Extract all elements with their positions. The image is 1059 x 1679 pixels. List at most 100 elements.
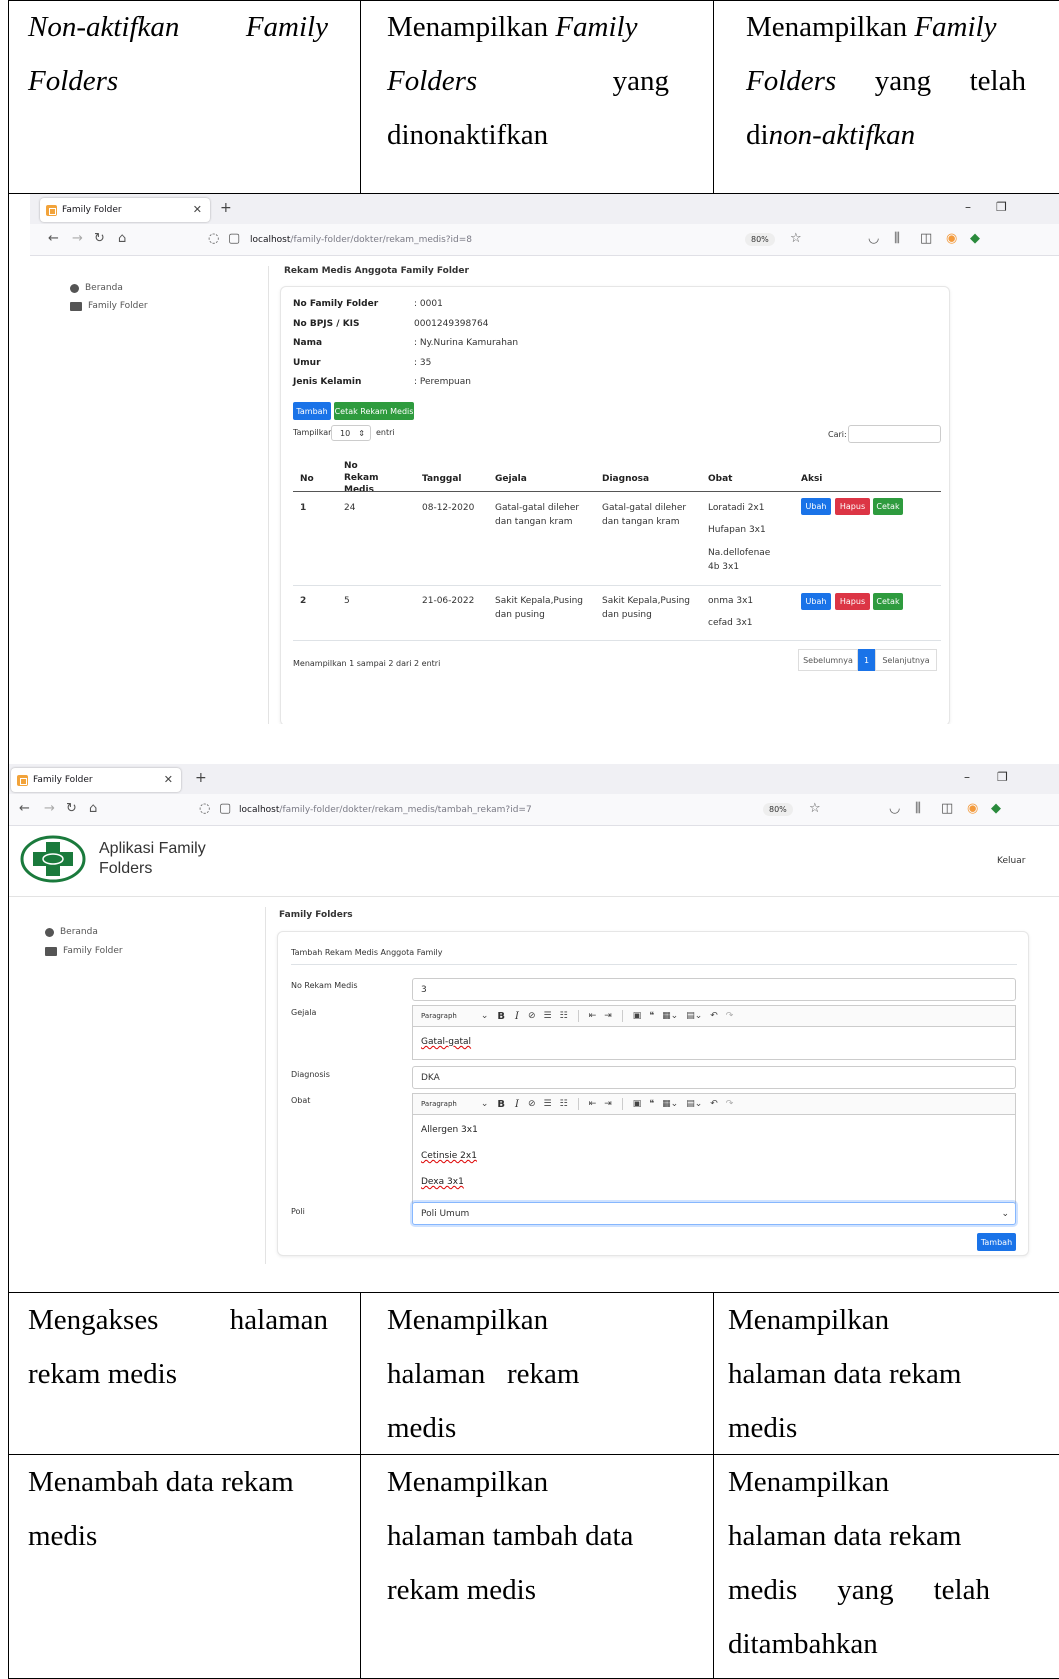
redo-icon[interactable]: ↷ bbox=[726, 1099, 734, 1109]
sidebar-item-beranda[interactable]: Beranda bbox=[45, 927, 98, 937]
image-icon[interactable]: ▣ bbox=[633, 1099, 642, 1109]
diagnosis-input[interactable]: DKA bbox=[412, 1066, 1016, 1089]
table-icon[interactable]: ▦⌄ bbox=[662, 1011, 678, 1021]
restore-icon[interactable]: ❐ bbox=[996, 200, 1007, 214]
indent-icon[interactable]: ⇥ bbox=[604, 1011, 612, 1021]
bookmark-star-icon[interactable]: ☆ bbox=[790, 231, 802, 246]
url-bar[interactable]: localhost/family-folder/dokter/rekam_med… bbox=[242, 228, 752, 252]
forward-icon[interactable]: → bbox=[72, 231, 83, 246]
pager-prev[interactable]: Sebelumnya bbox=[798, 649, 858, 671]
home-icon[interactable]: ⌂ bbox=[89, 801, 97, 816]
new-tab-icon[interactable]: + bbox=[195, 770, 207, 786]
col-header-no[interactable]: No bbox=[300, 474, 314, 484]
col-header-aksi: Aksi bbox=[801, 474, 823, 484]
pocket-icon[interactable]: ◡ bbox=[889, 801, 900, 816]
reload-icon[interactable]: ↻ bbox=[66, 801, 77, 816]
col-header-diagnosa[interactable]: Diagnosa bbox=[602, 474, 649, 484]
col-header-obat[interactable]: Obat bbox=[708, 474, 732, 484]
gejala-editor[interactable]: Gatal-gatal bbox=[412, 1027, 1016, 1060]
pocket-icon[interactable]: ◡ bbox=[868, 231, 879, 246]
italic-icon[interactable]: I bbox=[515, 1099, 519, 1110]
cetak-button[interactable]: Cetak bbox=[873, 593, 903, 610]
chevron-down-icon[interactable]: ⌄ bbox=[481, 1099, 489, 1109]
minimize-icon[interactable]: – bbox=[965, 200, 971, 214]
extension-icon[interactable]: ◆ bbox=[991, 801, 1001, 816]
close-tab-icon[interactable]: ✕ bbox=[193, 203, 202, 216]
zoom-indicator[interactable]: 80% bbox=[745, 233, 775, 246]
bold-icon[interactable]: B bbox=[497, 1011, 505, 1022]
cetak-button[interactable]: Cetak bbox=[873, 498, 903, 515]
quote-icon[interactable]: ❝ bbox=[649, 1011, 654, 1021]
forward-icon[interactable]: → bbox=[44, 801, 55, 816]
col-header-gejala[interactable]: Gejala bbox=[495, 474, 527, 484]
table-icon[interactable]: ▦⌄ bbox=[662, 1099, 678, 1109]
library-icon[interactable]: ⫼ bbox=[915, 801, 921, 816]
row3-col2-word2: rekam bbox=[506, 1358, 580, 1390]
restore-icon[interactable]: ❐ bbox=[997, 770, 1008, 784]
minimize-icon[interactable]: – bbox=[964, 770, 970, 784]
logout-link[interactable]: Keluar bbox=[997, 856, 1025, 866]
hapus-button[interactable]: Hapus bbox=[835, 593, 870, 610]
submit-tambah-button[interactable]: Tambah bbox=[977, 1233, 1016, 1251]
sidebar-toggle-icon[interactable]: ◫ bbox=[941, 801, 953, 816]
cetak-rekam-medis-button[interactable]: Cetak Rekam Medis bbox=[334, 402, 414, 420]
bookmark-star-icon[interactable]: ☆ bbox=[809, 801, 821, 816]
sidebar-toggle-icon[interactable]: ◫ bbox=[920, 231, 932, 246]
back-icon[interactable]: ← bbox=[48, 231, 59, 246]
sidebar-item-family-folder[interactable]: Family Folder bbox=[45, 946, 123, 956]
show-entries-select[interactable]: 10 ⇕ bbox=[331, 425, 371, 441]
home-icon[interactable]: ⌂ bbox=[118, 231, 126, 246]
link-icon[interactable]: ⊘ bbox=[528, 1011, 536, 1021]
numbered-list-icon[interactable]: ☷ bbox=[560, 1099, 568, 1109]
ubah-button[interactable]: Ubah bbox=[801, 498, 831, 515]
pager-page-1[interactable]: 1 bbox=[858, 649, 875, 671]
back-icon[interactable]: ← bbox=[19, 801, 30, 816]
media-icon[interactable]: ▤⌄ bbox=[686, 1099, 702, 1109]
image-icon[interactable]: ▣ bbox=[633, 1011, 642, 1021]
shield-icon[interactable]: ◌ bbox=[208, 231, 219, 246]
italic-icon[interactable]: I bbox=[515, 1011, 519, 1022]
hapus-button[interactable]: Hapus bbox=[835, 498, 870, 515]
no-rekam-medis-input[interactable]: 3 bbox=[412, 978, 1016, 1001]
indent-icon[interactable]: ⇥ bbox=[604, 1099, 612, 1109]
bullet-list-icon[interactable]: ☰ bbox=[544, 1011, 552, 1021]
outdent-icon[interactable]: ⇤ bbox=[589, 1011, 597, 1021]
media-icon[interactable]: ▤⌄ bbox=[686, 1011, 702, 1021]
undo-icon[interactable]: ↶ bbox=[710, 1011, 718, 1021]
undo-icon[interactable]: ↶ bbox=[710, 1099, 718, 1109]
close-tab-icon[interactable]: ✕ bbox=[164, 773, 173, 786]
numbered-list-icon[interactable]: ☷ bbox=[560, 1011, 568, 1021]
account-icon[interactable]: ◉ bbox=[967, 801, 978, 816]
quote-icon[interactable]: ❝ bbox=[649, 1099, 654, 1109]
tambah-button[interactable]: Tambah bbox=[293, 402, 331, 420]
new-tab-icon[interactable]: + bbox=[220, 200, 232, 216]
browser-tab[interactable]: Family Folder ✕ bbox=[40, 198, 210, 222]
ubah-button[interactable]: Ubah bbox=[801, 593, 831, 610]
redo-icon[interactable]: ↷ bbox=[726, 1011, 734, 1021]
url-bar[interactable]: localhost/family-folder/dokter/rekam_med… bbox=[231, 798, 751, 822]
sidebar-item-family-folder[interactable]: Family Folder bbox=[70, 301, 148, 311]
row1-col3-word6: di bbox=[746, 119, 769, 151]
link-icon[interactable]: ⊘ bbox=[528, 1099, 536, 1109]
outdent-icon[interactable]: ⇤ bbox=[589, 1099, 597, 1109]
chevron-down-icon[interactable]: ⌄ bbox=[481, 1011, 489, 1021]
extension-icon[interactable]: ◆ bbox=[970, 231, 980, 246]
obat-editor[interactable]: Allergen 3x1 Cetinsie 2x1 Dexa 3x1 bbox=[412, 1115, 1016, 1204]
paragraph-select[interactable]: Paragraph bbox=[421, 1100, 457, 1108]
app-favicon-icon bbox=[17, 774, 28, 786]
poli-select[interactable]: Poli Umum ⌄ bbox=[412, 1202, 1016, 1225]
pager-next[interactable]: Selanjutnya bbox=[875, 649, 937, 671]
zoom-indicator[interactable]: 80% bbox=[763, 803, 793, 816]
sidebar-item-beranda[interactable]: Beranda bbox=[70, 283, 123, 293]
col-header-tanggal[interactable]: Tanggal bbox=[422, 474, 462, 484]
browser-tab[interactable]: Family Folder ✕ bbox=[11, 768, 181, 792]
library-icon[interactable]: ⫼ bbox=[894, 231, 900, 246]
header-divider bbox=[9, 896, 1059, 897]
shield-icon[interactable]: ◌ bbox=[199, 801, 210, 816]
reload-icon[interactable]: ↻ bbox=[94, 231, 105, 246]
bold-icon[interactable]: B bbox=[497, 1099, 505, 1110]
account-icon[interactable]: ◉ bbox=[946, 231, 957, 246]
bullet-list-icon[interactable]: ☰ bbox=[544, 1099, 552, 1109]
paragraph-select[interactable]: Paragraph bbox=[421, 1012, 457, 1020]
search-input[interactable] bbox=[848, 425, 941, 443]
